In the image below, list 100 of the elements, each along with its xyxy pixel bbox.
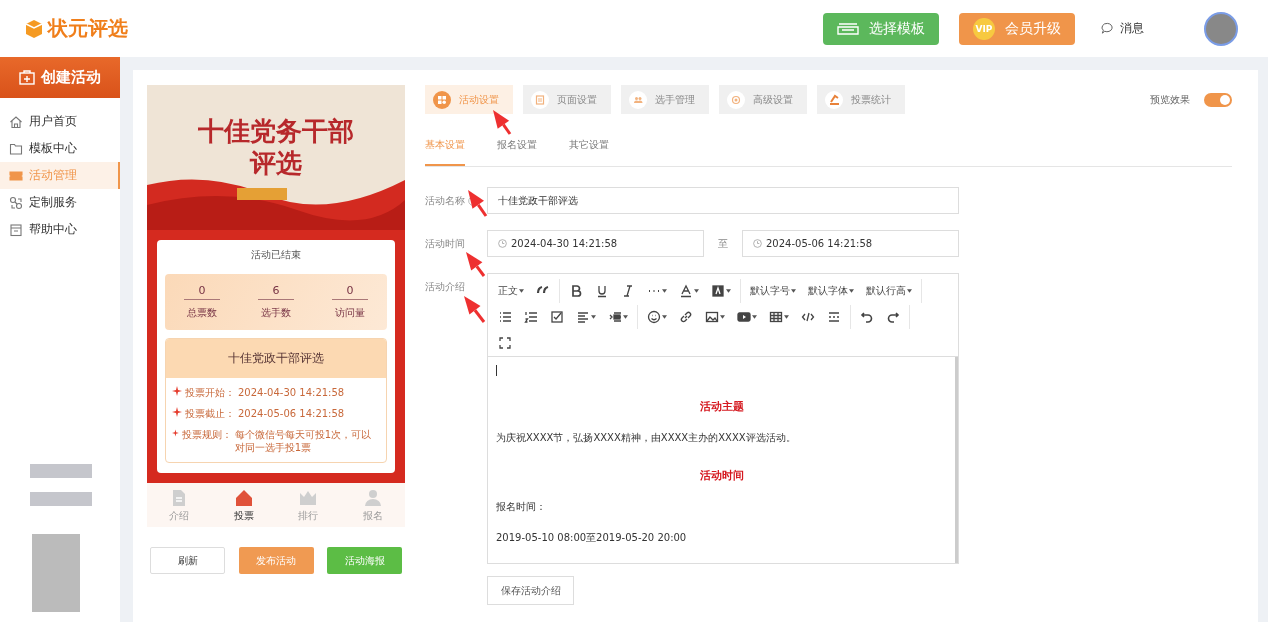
- caret-icon: [519, 289, 524, 293]
- stat-label: 访问量: [335, 306, 365, 320]
- start-time-input[interactable]: 2024-04-30 14:21:58: [487, 230, 704, 257]
- nav-item[interactable]: 排行: [298, 489, 319, 523]
- content-paragraph: 为庆祝XXXX节，弘扬XXXX精神，由XXXX主办的XXXX评选活动。: [496, 431, 797, 445]
- field-label: 活动时间: [425, 236, 465, 251]
- fontcolor-icon: [679, 284, 693, 298]
- info-title: 十佳党政干部评选: [166, 339, 386, 378]
- toolbar-button[interactable]: 默认字体: [802, 279, 860, 303]
- info-label: 投票开始：: [185, 386, 235, 399]
- settings-tab[interactable]: 页面设置: [523, 85, 611, 114]
- align-icon: [576, 310, 590, 324]
- name-input[interactable]: 十佳党政干部评选: [487, 187, 959, 214]
- clock-icon: [753, 239, 762, 248]
- preview-toggle[interactable]: [1204, 92, 1232, 107]
- info-label: 投票规则：: [181, 428, 232, 442]
- nav-item[interactable]: 投票: [233, 489, 254, 523]
- people-icon: [629, 90, 647, 109]
- separator-text: 至: [718, 236, 728, 251]
- image-icon: [705, 310, 719, 324]
- create-activity-button[interactable]: 创建活动: [0, 57, 120, 98]
- ticket-icon: [9, 168, 23, 183]
- home-icon: [9, 114, 23, 129]
- annotation-arrow: [466, 252, 486, 277]
- person-icon: [363, 489, 382, 507]
- bgcolor-icon: [711, 284, 725, 298]
- redo-icon: [886, 310, 900, 324]
- stat-label: 选手数: [261, 306, 291, 320]
- redacted-block: [30, 464, 92, 478]
- caret-icon: [784, 315, 789, 319]
- sidebar-item[interactable]: 用户首页: [0, 108, 120, 135]
- home-icon: [234, 489, 253, 507]
- clock-icon: [498, 239, 507, 248]
- info-value: 2024-04-30 14:21:58: [238, 386, 345, 399]
- stat-value: 0: [184, 284, 220, 300]
- caret-icon: [791, 289, 796, 293]
- field-label: 活动名称: [425, 193, 465, 208]
- content-heading: 活动主题: [698, 399, 745, 414]
- settings-tab[interactable]: 高级设置: [719, 85, 807, 114]
- crown-icon: [299, 489, 318, 507]
- toolbar-button[interactable]: 默认字号: [744, 279, 802, 303]
- toolbar-button[interactable]: 正文: [492, 279, 530, 303]
- settings-tab[interactable]: 投票统计: [817, 85, 905, 114]
- caret-icon: [662, 289, 667, 293]
- poster-title: 评选: [250, 147, 302, 179]
- folder-icon: [9, 141, 23, 156]
- poster-title: 十佳党务干部: [198, 115, 354, 147]
- caret-icon: [726, 289, 731, 293]
- undo-icon: [860, 310, 874, 324]
- settings-tab[interactable]: 选手管理: [621, 85, 709, 114]
- page-icon: [531, 90, 549, 109]
- caret-icon: [907, 289, 912, 293]
- content-paragraph: 报名时间：: [496, 500, 547, 514]
- nav-item[interactable]: 介绍: [169, 489, 190, 523]
- end-time-input[interactable]: 2024-05-06 14:21:58: [742, 230, 959, 257]
- info-value: 2024-05-06 14:21:58: [238, 407, 345, 420]
- nav-item[interactable]: 报名: [362, 489, 383, 523]
- table-icon: [769, 310, 783, 324]
- sidebar-item[interactable]: 帮助中心: [0, 216, 120, 243]
- save-intro-button[interactable]: 保存活动介绍: [487, 576, 574, 605]
- logo-text: 状元评选: [48, 15, 128, 42]
- toggle-label: 预览效果: [1150, 92, 1190, 107]
- video-icon: [737, 310, 751, 324]
- caret-icon: [849, 289, 854, 293]
- todo-icon: [550, 310, 564, 324]
- action-button[interactable]: 刷新: [150, 547, 225, 574]
- annotation-arrow: [493, 110, 512, 135]
- sparkle-icon: [172, 407, 182, 417]
- messages-link[interactable]: 消息: [1120, 20, 1144, 37]
- bold-icon: [569, 284, 583, 298]
- vip-badge: VIP: [973, 17, 995, 40]
- caret-icon: [720, 315, 725, 319]
- indent-icon: [608, 310, 622, 324]
- chat-bubble-icon: [1101, 22, 1114, 35]
- content-paragraph: 2019-05-10 08:00至2019-05-20 20:00: [496, 531, 688, 545]
- field-label: 活动介绍: [425, 279, 465, 294]
- redacted-block: [30, 492, 92, 506]
- toolbar-button[interactable]: 默认行高: [860, 279, 918, 303]
- rich-text-editor[interactable]: 正文 默认字号 默认字体 默认行高 活动主题 为庆祝XXXX节，弘扬XXXX精神，由XXXX主办的XXXX评选活动。 活动时间 报名时间： 2019-05-10 08:00至2019-05-20 20:00: [487, 273, 959, 564]
- caret-icon: [662, 315, 667, 319]
- numbers-icon: [524, 310, 538, 324]
- caret-icon: [752, 315, 757, 319]
- bullets-icon: [498, 310, 512, 324]
- dot-icon: [727, 90, 745, 109]
- cube-logo-icon: [24, 18, 44, 39]
- status-text: 活动已结束: [250, 248, 302, 262]
- stat-value: 6: [258, 284, 294, 300]
- content-heading: 活动时间: [698, 468, 745, 483]
- plus-box-icon: [19, 70, 35, 85]
- sub-tab[interactable]: 报名设置: [497, 124, 537, 166]
- fullscreen-icon: [498, 336, 512, 350]
- code-icon: [801, 310, 815, 324]
- calendar-icon: [9, 222, 23, 237]
- sidebar-item[interactable]: 定制服务: [0, 189, 120, 216]
- sidebar-item[interactable]: 模板中心: [0, 135, 120, 162]
- user-avatar[interactable]: [1204, 11, 1238, 46]
- annotation-arrow: [464, 296, 486, 323]
- sub-tab[interactable]: 其它设置: [569, 124, 609, 166]
- annotation-arrow: [468, 190, 488, 217]
- sparkle-icon: [172, 386, 182, 396]
